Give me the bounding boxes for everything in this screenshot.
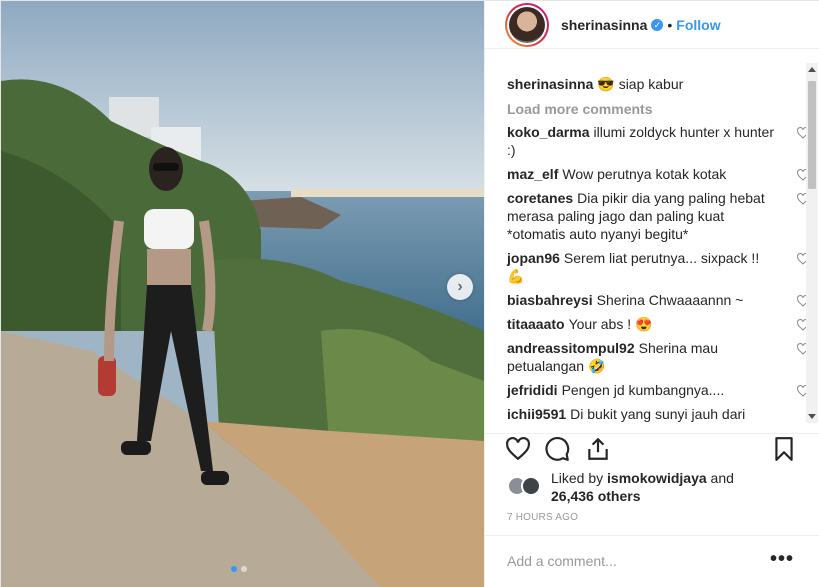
instagram-post-modal: › sherinasinna ✓ • Follow sherinasinna 😎 …: [0, 0, 819, 587]
carousel-indicator: [231, 566, 247, 572]
avatar-image: [509, 6, 545, 43]
more-options-icon[interactable]: •••: [770, 548, 794, 571]
comment-item: andreassitompul92 Sherina mau petualangan…: [507, 339, 810, 375]
separator-dot: •: [667, 16, 673, 33]
bookmark-icon[interactable]: [771, 436, 797, 462]
scroll-up-icon[interactable]: [808, 67, 816, 72]
caption-text: 😎 siap kabur: [597, 76, 684, 92]
comment-item: titaaaato Your abs ! 😍: [507, 315, 810, 333]
comment-username[interactable]: koko_darma: [507, 124, 589, 140]
follow-button[interactable]: Follow: [676, 17, 720, 33]
comment-username[interactable]: ichii9591: [507, 406, 566, 422]
liker-avatar: [521, 476, 541, 496]
comment-icon[interactable]: [545, 436, 571, 462]
comment-item: koko_darma illumi zoldyck hunter x hunter…: [507, 123, 810, 159]
scroll-down-icon[interactable]: [808, 414, 816, 419]
caption-username[interactable]: sherinasinna: [507, 76, 593, 92]
comment-text: Di bukit yang sunyi jauh dari: [570, 406, 746, 422]
comment-text: Your abs ! 😍: [568, 316, 653, 332]
liked-by-user[interactable]: ismokowidjaya: [607, 470, 707, 486]
scroll-thumb[interactable]: [808, 81, 816, 189]
comment-username[interactable]: biasbahreysi: [507, 292, 593, 308]
verified-icon: ✓: [651, 18, 664, 31]
post-header: sherinasinna ✓ • Follow: [485, 1, 819, 49]
carousel-dot: [241, 566, 247, 572]
liked-by-and: and: [710, 470, 734, 486]
comment-item: coretanes Dia pikir dia yang paling hebat…: [507, 189, 810, 243]
comment-text: Wow perutnya kotak kotak: [562, 166, 727, 182]
load-more-comments-button[interactable]: Load more comments: [507, 101, 780, 117]
comment-text: Pengen jd kumbangnya....: [561, 382, 725, 398]
carousel-dot-active: [231, 566, 237, 572]
post-side-panel: sherinasinna ✓ • Follow sherinasinna 😎 si…: [484, 1, 819, 587]
comment-username[interactable]: titaaaato: [507, 316, 565, 332]
liked-by-text: Liked by ismokowidjaya and 26,436 others: [551, 469, 734, 505]
liked-by-prefix: Liked by: [551, 470, 604, 486]
next-arrow-icon: ›: [457, 278, 463, 295]
caption: sherinasinna 😎 siap kabur: [507, 75, 780, 93]
comment-username[interactable]: jopan96: [507, 250, 560, 266]
comment-username[interactable]: coretanes: [507, 190, 573, 206]
post-timestamp[interactable]: 7 HOURS AGO: [507, 512, 578, 523]
comment-item: jopan96 Serem liat perutnya... sixpack !!…: [507, 249, 810, 285]
comment-item: jefrididi Pengen jd kumbangnya....: [507, 381, 810, 399]
comment-text: Sherina Chwaaaannn ~: [596, 292, 744, 308]
heart-icon[interactable]: [505, 436, 531, 462]
post-photo[interactable]: ›: [1, 1, 484, 587]
comments-list[interactable]: sherinasinna 😎 siap kabur Load more comme…: [485, 63, 819, 423]
comment-username[interactable]: andreassitompul92: [507, 340, 635, 356]
next-photo-button[interactable]: ›: [447, 274, 473, 300]
liked-by: Liked by ismokowidjaya and 26,436 others: [507, 469, 734, 505]
comment-username[interactable]: maz_elf: [507, 166, 558, 182]
share-icon[interactable]: [585, 436, 611, 462]
comment-username[interactable]: jefrididi: [507, 382, 558, 398]
likes-count[interactable]: 26,436 others: [551, 488, 641, 504]
comments-scrollbar[interactable]: [806, 63, 818, 423]
comment-item: biasbahreysi Sherina Chwaaaannn ~: [507, 291, 810, 309]
header-username[interactable]: sherinasinna: [561, 17, 647, 33]
liker-avatars[interactable]: [507, 476, 543, 498]
comment-item: ichii9591 Di bukit yang sunyi jauh dari: [507, 405, 780, 423]
add-comment-bar: •••: [485, 535, 819, 587]
photo-scene: [1, 1, 484, 587]
add-comment-input[interactable]: [507, 553, 747, 569]
action-bar: [485, 433, 819, 473]
comment-item: maz_elf Wow perutnya kotak kotak: [507, 165, 810, 183]
avatar[interactable]: [505, 2, 549, 47]
